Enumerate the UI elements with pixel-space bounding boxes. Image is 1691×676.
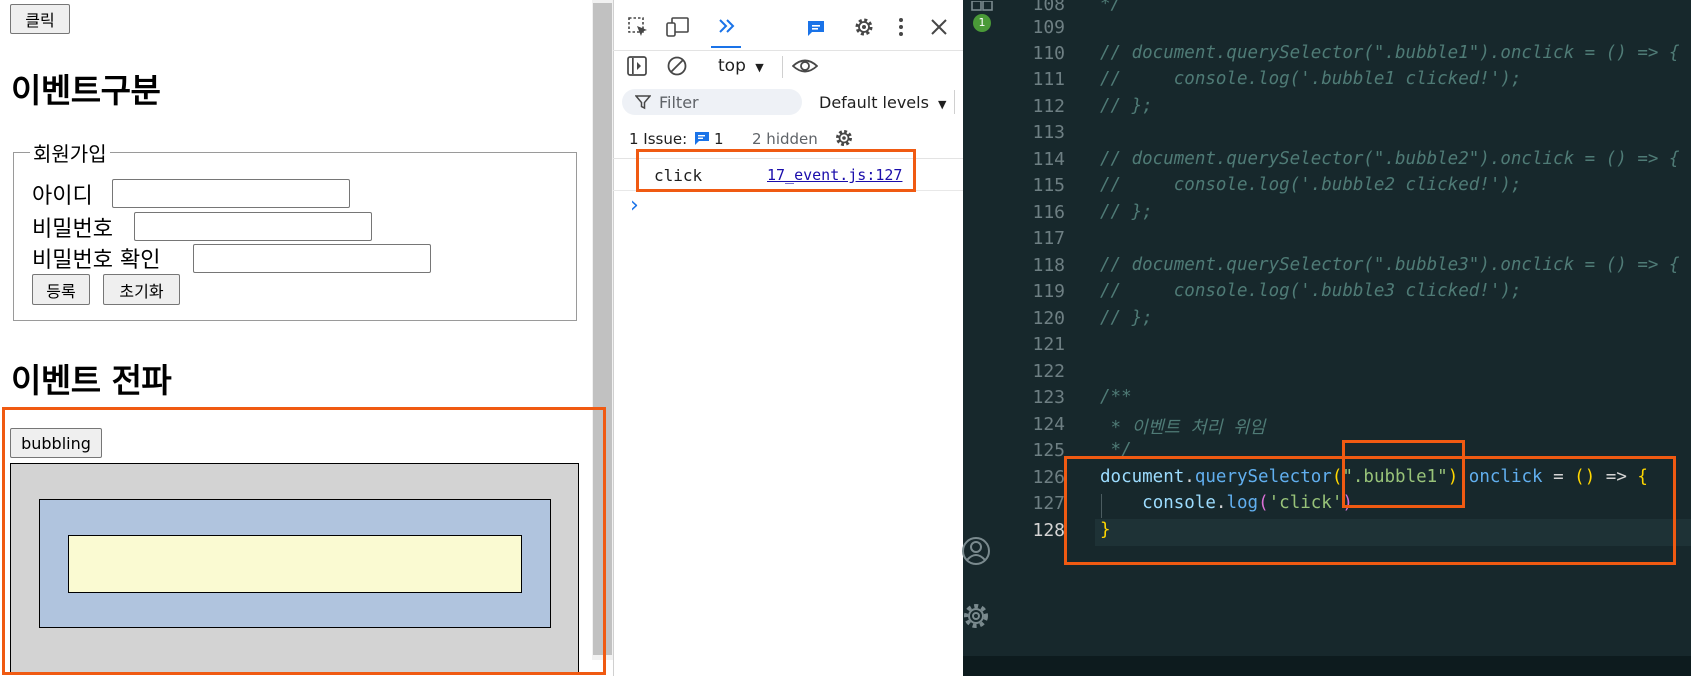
issues-message-icon[interactable]: [806, 18, 826, 42]
filter-funnel-icon: [634, 94, 652, 114]
context-select[interactable]: top ▼: [718, 56, 764, 76]
signup-legend: 회원가입: [30, 138, 110, 167]
password-confirm-input[interactable]: [193, 244, 431, 273]
click-button[interactable]: 클릭: [10, 4, 70, 34]
chevron-down-icon: ▼: [938, 98, 947, 111]
heading-propagation: 이벤트 전파: [11, 361, 172, 400]
sidebar-toggle-icon[interactable]: [626, 55, 648, 81]
line-number: 123: [1032, 387, 1065, 408]
toolbar-separator: [954, 90, 955, 114]
code-line: // };: [1100, 202, 1153, 222]
id-label: 아이디: [32, 184, 93, 209]
device-toolbar-icon[interactable]: [666, 16, 690, 42]
code-line: // };: [1100, 96, 1153, 116]
clear-console-icon[interactable]: [666, 55, 688, 81]
log-levels-select[interactable]: Default levels ▼: [819, 93, 947, 112]
code-editor: [963, 0, 1691, 676]
code-line: // console.log('.bubble2 clicked!');: [1100, 175, 1522, 195]
line-number: 111: [1032, 69, 1065, 90]
log-levels-value: Default levels: [819, 93, 929, 112]
code-line: /**: [1100, 387, 1132, 407]
password-confirm-label: 비밀번호 확인: [32, 248, 161, 273]
context-select-value: top: [718, 56, 746, 76]
line-number: 110: [1032, 43, 1065, 64]
notification-badge: 1: [973, 14, 991, 32]
code-line: // document.querySelector(".bubble1").on…: [1100, 43, 1680, 63]
active-tab-underline: [711, 46, 741, 48]
more-tabs-chevron-icon[interactable]: [716, 15, 738, 41]
annotation-box-selector: [1342, 440, 1465, 508]
annotation-box-bubbles: [2, 407, 606, 675]
toolbar-separator: [782, 56, 783, 78]
code-line: // console.log('.bubble3 clicked!');: [1100, 281, 1522, 301]
code-line: // document.querySelector(".bubble3").on…: [1100, 255, 1680, 275]
line-number: 126: [1032, 467, 1065, 488]
code-line: // };: [1100, 308, 1153, 328]
devtools-toolbar-divider: [613, 50, 963, 51]
settings-gear-icon[interactable]: [853, 16, 875, 42]
code-line: */: [1100, 0, 1122, 14]
line-number: 118: [1032, 255, 1065, 276]
hidden-issues-label[interactable]: 2 hidden: [752, 130, 818, 148]
inspect-element-icon[interactable]: [627, 16, 649, 42]
issues-count: 1: [714, 130, 724, 148]
line-number: 112: [1032, 96, 1065, 117]
more-options-icon[interactable]: [897, 16, 905, 42]
console-prompt[interactable]: ›: [630, 193, 639, 218]
live-expression-eye-icon[interactable]: [791, 55, 819, 81]
manage-gear-icon[interactable]: [961, 601, 991, 635]
line-number-active: 128: [1032, 520, 1065, 541]
line-number: 119: [1032, 281, 1065, 302]
line-number: 127: [1032, 493, 1065, 514]
status-bar: [963, 656, 1691, 676]
chevron-down-icon: ▼: [755, 61, 764, 74]
line-number: 124: [1032, 414, 1065, 435]
issue-message-icon: [694, 130, 710, 150]
line-number: 109: [1032, 17, 1065, 38]
account-icon[interactable]: [960, 535, 992, 571]
line-number: 113: [1032, 122, 1065, 143]
reset-button[interactable]: 초기화: [103, 274, 180, 305]
id-input[interactable]: [112, 179, 350, 208]
line-number: 116: [1032, 202, 1065, 223]
filter-placeholder: Filter: [659, 93, 699, 112]
annotation-box-console: [636, 149, 916, 192]
line-number: 114: [1032, 149, 1065, 170]
issues-label[interactable]: 1 Issue:: [629, 130, 687, 148]
line-number: 115: [1032, 175, 1065, 196]
line-number: 122: [1032, 361, 1065, 382]
password-label: 비밀번호: [32, 217, 113, 242]
close-icon[interactable]: [929, 17, 949, 41]
line-number: 120: [1032, 308, 1065, 329]
code-line: // console.log('.bubble1 clicked!');: [1100, 69, 1522, 89]
submit-button[interactable]: 등록: [32, 274, 90, 305]
password-input[interactable]: [134, 212, 372, 241]
line-number: 121: [1032, 334, 1065, 355]
code-line: // document.querySelector(".bubble2").on…: [1100, 149, 1680, 169]
heading-event-types: 이벤트구분: [11, 71, 161, 110]
line-number: 125: [1032, 440, 1065, 461]
line-number: 117: [1032, 228, 1065, 249]
code-line: * 이벤트 처리 위임: [1100, 418, 1266, 438]
line-number: 108: [1032, 0, 1065, 15]
